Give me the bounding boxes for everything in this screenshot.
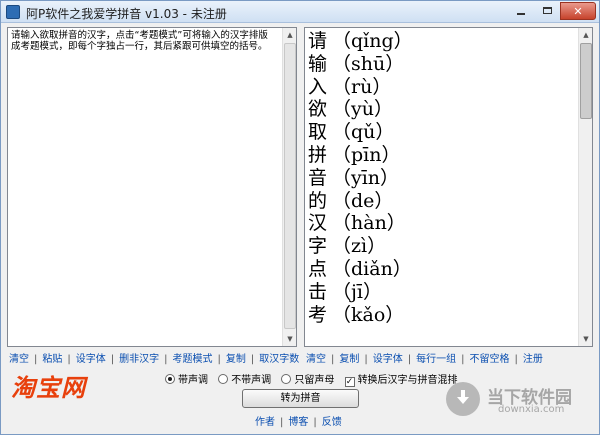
link-clear[interactable]: 清空	[9, 354, 29, 365]
pinyin-reading: （de）	[332, 189, 394, 212]
pinyin-hanzi: 汉	[308, 212, 328, 235]
pinyin-line: 字（zì）	[308, 235, 578, 258]
scroll-down-icon[interactable]: ▼	[284, 332, 296, 346]
link-feedback[interactable]: 反馈	[322, 417, 342, 428]
pinyin-line: 的（de）	[308, 190, 578, 213]
link-author[interactable]: 作者	[255, 417, 275, 428]
app-icon	[6, 5, 20, 19]
link-set-font[interactable]: 设字体	[76, 354, 106, 365]
right-link-bar: 清空 | 复制 | 设字体 | 每行一组 | 不留空格 | 注册	[306, 354, 543, 365]
pinyin-line: 请（qǐng）	[308, 30, 578, 53]
pinyin-reading: （jī）	[332, 280, 382, 303]
download-badge-icon	[446, 382, 480, 416]
hanzi-input-text[interactable]: 请输入欲取拼音的汉字，点击“考题模式”可将输入的汉字排版成考题模式，即每个字独占…	[11, 30, 273, 52]
pinyin-hanzi: 输	[308, 52, 328, 75]
pinyin-reading: （rù）	[332, 75, 392, 98]
pinyin-reading: （qǔ）	[332, 121, 395, 144]
pinyin-hanzi: 欲	[308, 98, 328, 121]
link-copy-output[interactable]: 复制	[339, 354, 359, 365]
pinyin-reading: （hàn）	[332, 212, 406, 235]
radio-initials-only[interactable]: 只留声母	[281, 371, 334, 386]
link-copy[interactable]: 复制	[226, 354, 246, 365]
pinyin-hanzi: 取	[308, 121, 328, 144]
pinyin-hanzi: 入	[308, 75, 328, 98]
pinyin-list: 请（qǐng）输（shū）入（rù）欲（yù）取（qǔ）拼（pīn）音（yīn）…	[308, 30, 578, 326]
pinyin-reading: （diǎn）	[332, 257, 412, 280]
link-blog[interactable]: 博客	[288, 417, 308, 428]
radio-tone-off[interactable]: 不带声调	[218, 371, 271, 386]
bottom-link-bar: 作者 | 博客 | 反馈	[255, 417, 342, 428]
checkmark-icon: ✓	[344, 377, 355, 387]
pinyin-hanzi: 拼	[308, 143, 328, 166]
watermark-en: downxia.com	[498, 404, 565, 415]
pinyin-line: 拼（pīn）	[308, 144, 578, 167]
scroll-up-icon[interactable]: ▲	[284, 28, 296, 42]
pinyin-reading: （zì）	[332, 235, 387, 258]
pinyin-hanzi: 的	[308, 189, 328, 212]
pinyin-hanzi: 点	[308, 257, 328, 280]
options-row: 带声调 不带声调 只留声母 ✓ 转换后汉字与拼音混排	[165, 371, 465, 387]
pinyin-line: 音（yīn）	[308, 167, 578, 190]
pinyin-reading: （kǎo）	[332, 303, 405, 326]
close-button[interactable]: ✕	[560, 2, 596, 20]
pinyin-hanzi: 音	[308, 166, 328, 189]
pinyin-line: 欲（yù）	[308, 98, 578, 121]
radio-icon	[165, 374, 175, 384]
link-count-hanzi[interactable]: 取汉字数	[259, 354, 299, 365]
pinyin-line: 击（jī）	[308, 281, 578, 304]
scroll-up-icon[interactable]: ▲	[580, 28, 592, 42]
checkbox-mix[interactable]: ✓ 转换后汉字与拼音混排	[344, 371, 458, 387]
link-exam-mode[interactable]: 考题模式	[173, 354, 213, 365]
link-remove-non-hanzi[interactable]: 删非汉字	[119, 354, 159, 365]
scroll-thumb[interactable]	[284, 43, 296, 329]
maximize-icon	[542, 7, 552, 14]
hanzi-input-area[interactable]: 请输入欲取拼音的汉字，点击“考题模式”可将输入的汉字排版成考题模式，即每个字独占…	[7, 27, 297, 347]
link-set-font-output[interactable]: 设字体	[373, 354, 403, 365]
pinyin-hanzi: 击	[308, 280, 328, 303]
pinyin-line: 输（shū）	[308, 53, 578, 76]
link-register[interactable]: 注册	[523, 354, 543, 365]
pinyin-line: 考（kǎo）	[308, 304, 578, 327]
pinyin-reading: （yīn）	[332, 166, 400, 189]
pinyin-line: 取（qǔ）	[308, 121, 578, 144]
minimize-icon	[517, 13, 525, 15]
link-clear-output[interactable]: 清空	[306, 354, 326, 365]
radio-icon	[218, 374, 229, 384]
left-link-bar: 清空 | 粘贴 | 设字体 | 删非汉字 | 考题模式 | 复制 | 取汉字数	[9, 354, 300, 365]
app-window: 阿P软件之我爱学拼音 v1.03 - 未注册 ✕ 请输入欲取拼音的汉字，点击“考…	[0, 0, 600, 435]
link-one-group-per-line[interactable]: 每行一组	[416, 354, 456, 365]
pinyin-reading: （pīn）	[332, 143, 401, 166]
maximize-button[interactable]	[534, 2, 560, 20]
watermark: 当下软件园 downxia.com	[446, 382, 586, 420]
convert-to-pinyin-button[interactable]: 转为拼音	[242, 389, 359, 408]
pinyin-output-area[interactable]: 请（qǐng）输（shū）入（rù）欲（yù）取（qǔ）拼（pīn）音（yīn）…	[304, 27, 593, 347]
pinyin-hanzi: 字	[308, 235, 328, 258]
link-paste[interactable]: 粘贴	[42, 354, 62, 365]
taobao-logo[interactable]: 淘宝网	[11, 368, 86, 403]
pinyin-reading: （shū）	[332, 52, 405, 75]
scroll-down-icon[interactable]: ▼	[580, 332, 592, 346]
pinyin-line: 点（diǎn）	[308, 258, 578, 281]
link-no-spaces[interactable]: 不留空格	[470, 354, 510, 365]
pinyin-hanzi: 请	[308, 30, 328, 52]
radio-tone-on[interactable]: 带声调	[165, 371, 208, 386]
pinyin-line: 入（rù）	[308, 76, 578, 99]
window-title: 阿P软件之我爱学拼音 v1.03 - 未注册	[26, 7, 227, 21]
right-scrollbar[interactable]: ▲ ▼	[578, 28, 592, 346]
pinyin-hanzi: 考	[308, 303, 328, 326]
pinyin-line: 汉（hàn）	[308, 212, 578, 235]
minimize-button[interactable]	[508, 2, 534, 20]
scroll-thumb[interactable]	[580, 43, 592, 119]
title-bar[interactable]: 阿P软件之我爱学拼音 v1.03 - 未注册 ✕	[1, 1, 599, 23]
radio-icon	[281, 374, 292, 384]
close-icon: ✕	[573, 5, 583, 18]
left-scrollbar[interactable]: ▲ ▼	[282, 28, 296, 346]
download-arrow-icon	[457, 390, 469, 404]
pinyin-reading: （yù）	[332, 98, 393, 121]
pinyin-reading: （qǐng）	[332, 30, 413, 52]
